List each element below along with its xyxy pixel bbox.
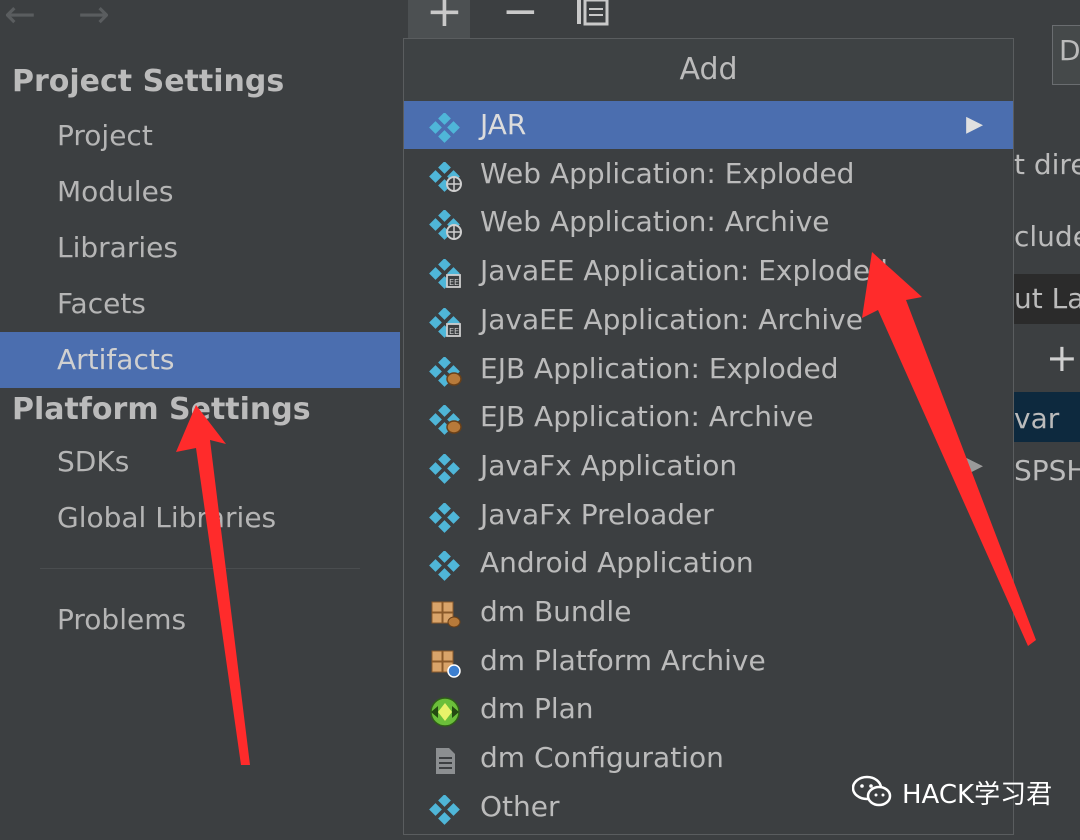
minus-icon[interactable]: − — [502, 0, 539, 34]
sidebar-item-modules[interactable]: Modules — [0, 164, 400, 220]
artifact-icon — [428, 110, 462, 143]
output-layout-tab[interactable]: ut La — [1014, 282, 1080, 315]
submenu-arrow-icon: ▶ — [966, 112, 983, 137]
plus-icon[interactable]: + — [426, 0, 463, 34]
menu-item-dm-plan[interactable]: dm Plan — [404, 685, 1013, 733]
menu-item-label: dm Bundle — [480, 595, 632, 628]
sidebar-item-global-libraries[interactable]: Global Libraries — [0, 490, 400, 546]
plus-icon[interactable]: + — [1046, 336, 1078, 380]
dm-platform-icon — [428, 646, 462, 678]
sidebar-item-artifacts[interactable]: Artifacts — [0, 332, 400, 388]
sidebar-separator — [40, 568, 360, 569]
menu-item-label: Android Application — [480, 546, 754, 580]
menu-item-dm-platform-archive[interactable]: dm Platform Archive — [404, 637, 1013, 685]
menu-item-label: Web Application: Exploded — [480, 156, 855, 190]
output-type-text: D — [1059, 34, 1080, 67]
ejb-artifact-icon — [428, 402, 462, 436]
menu-item-label: JavaFx Preloader — [480, 497, 714, 531]
menu-item-label: EJB Application: Archive — [480, 400, 814, 434]
menu-item-javafx-application[interactable]: JavaFx Application ▶ — [404, 442, 1013, 490]
javaee-artifact-icon: EE — [428, 256, 462, 289]
artifacts-toolbar: + − — [408, 0, 882, 39]
watermark-text: HACK学习君 — [902, 779, 1053, 810]
sidebar-item-sdks[interactable]: SDKs — [0, 434, 400, 490]
artifact-row-var[interactable]: var — [1014, 402, 1059, 435]
platform-settings-title: Platform Settings — [12, 392, 311, 427]
include-label: clude — [1014, 220, 1080, 253]
menu-item-label: JavaFx Application — [480, 448, 738, 482]
menu-item-label: dm Platform Archive — [480, 643, 766, 677]
artifact-icon — [428, 451, 462, 484]
dm-plan-icon — [428, 694, 462, 728]
artifact-icon — [428, 792, 462, 825]
menu-item-label: dm Configuration — [480, 741, 724, 775]
menu-item-web-application-archive[interactable]: Web Application: Archive — [404, 198, 1013, 246]
menu-item-label: dm Plan — [480, 692, 594, 726]
back-arrow-icon[interactable]: ← — [4, 0, 36, 36]
forward-arrow-icon[interactable]: → — [78, 0, 110, 36]
artifact-icon — [428, 548, 462, 582]
svg-text:EE: EE — [449, 327, 459, 336]
dm-bundle-icon — [428, 597, 462, 628]
submenu-arrow-icon: ▶ — [966, 452, 983, 478]
wechat-icon — [852, 775, 892, 807]
web-artifact-icon — [428, 159, 462, 192]
watermark: HACK学习君 — [852, 770, 1052, 814]
sidebar-item-problems[interactable]: Problems — [0, 592, 400, 648]
menu-item-web-application-exploded[interactable]: Web Application: Exploded — [404, 150, 1013, 198]
popup-title: Add — [404, 39, 1013, 102]
menu-item-label: JavaEE Application: Archive — [480, 302, 863, 336]
menu-item-label: Web Application: Archive — [480, 205, 830, 239]
web-artifact-icon — [428, 207, 462, 241]
artifact-row-spsh[interactable]: SPSH — [1014, 454, 1080, 487]
menu-item-android-application[interactable]: Android Application — [404, 539, 1013, 587]
menu-item-label: JavaEE Application: Exploded — [480, 254, 888, 288]
add-artifact-popup: Add JAR ▶ Web Application: Exploded Web App… — [403, 38, 1014, 835]
menu-item-javafx-preloader[interactable]: JavaFx Preloader — [404, 491, 1013, 539]
project-settings-title: Project Settings — [12, 64, 285, 99]
menu-item-label: Other — [480, 789, 560, 823]
menu-item-label: EJB Application: Exploded — [480, 351, 839, 385]
ejb-artifact-icon — [428, 354, 462, 387]
menu-item-ejb-application-exploded[interactable]: EJB Application: Exploded — [404, 345, 1013, 393]
output-directory-label: t dire — [1014, 148, 1080, 181]
document-icon — [428, 743, 462, 775]
menu-item-javaee-application-archive[interactable]: EE JavaEE Application: Archive — [404, 296, 1013, 344]
sidebar-item-facets[interactable]: Facets — [0, 276, 400, 332]
menu-item-jar[interactable]: JAR ▶ — [404, 101, 1013, 149]
artifact-icon — [428, 500, 462, 533]
sidebar-item-libraries[interactable]: Libraries — [0, 220, 400, 276]
javaee-artifact-icon: EE — [428, 305, 462, 338]
menu-item-label: JAR — [480, 108, 527, 141]
menu-item-ejb-application-archive[interactable]: EJB Application: Archive — [404, 393, 1013, 441]
copy-icon[interactable] — [573, 0, 611, 26]
history-nav: ← → — [0, 0, 400, 40]
sidebar-item-project[interactable]: Project — [0, 108, 400, 164]
menu-item-dm-bundle[interactable]: dm Bundle — [404, 588, 1013, 636]
settings-sidebar: Project Settings Project Modules Librari… — [0, 40, 400, 839]
output-type-box[interactable]: D — [1052, 25, 1080, 85]
svg-text:EE: EE — [449, 278, 459, 287]
menu-item-javaee-application-exploded[interactable]: EE JavaEE Application: Exploded — [404, 247, 1013, 295]
